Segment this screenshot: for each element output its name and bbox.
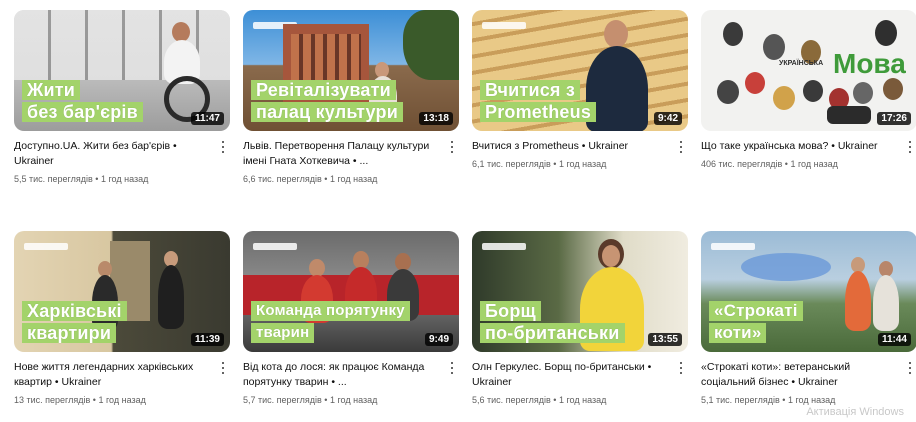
caption-line: Харківські <box>22 301 127 321</box>
portrait-group <box>827 106 871 124</box>
caption-line: Ревіталізувати <box>251 80 396 100</box>
caption-line: Вчитися з <box>480 80 580 100</box>
channel-tag <box>24 243 68 250</box>
video-stats: 5,6 тис. переглядів • 1 год назад <box>472 395 607 405</box>
video-stats: 5,5 тис. переглядів • 1 год назад <box>14 174 149 184</box>
duration-badge: 11:44 <box>877 333 911 346</box>
caption-line: Команда порятунку <box>251 301 410 321</box>
channel-tag <box>482 243 526 250</box>
thumbnail-caption: Вчитися з Prometheus <box>480 80 597 122</box>
thumbnail-text-big: Мова <box>833 48 906 79</box>
more-actions-icon[interactable] <box>216 360 230 376</box>
portrait-face <box>763 34 785 60</box>
caption-line: Prometheus <box>480 102 597 122</box>
video-stats: 5,1 тис. переглядів • 1 год назад <box>701 395 836 405</box>
video-thumbnail[interactable]: Команда порятунку тварин 9:49 <box>243 231 459 352</box>
video-card[interactable]: Команда порятунку тварин 9:49 Від кота д… <box>243 231 459 405</box>
more-actions-icon[interactable] <box>674 360 688 376</box>
video-title[interactable]: Доступно.UA. Жити без бар'єрів • Ukraine… <box>14 139 212 169</box>
video-thumbnail[interactable]: Вчитися з Prometheus 9:42 <box>472 10 688 131</box>
video-title[interactable]: Що таке українська мова? • Ukrainer <box>701 139 899 154</box>
caption-line: тварин <box>251 323 315 343</box>
video-card[interactable]: Жити без бар'єрів 11:47 Доступно.UA. Жит… <box>14 10 230 184</box>
more-actions-icon[interactable] <box>674 139 688 155</box>
video-title[interactable]: «Строкаті коти»: ветеранський соціальний… <box>701 360 899 390</box>
video-thumbnail[interactable]: Харківські квартири 11:39 <box>14 231 230 352</box>
video-stats: 6,1 тис. переглядів • 1 год назад <box>472 159 607 169</box>
windows-activation-watermark: Активація Windows <box>806 406 904 418</box>
thumbnail-text-small: УКРАЇНСЬКА <box>779 60 824 67</box>
video-thumbnail[interactable]: «Строкаті коти» 11:44 <box>701 231 916 352</box>
thumbnail-caption: Жити без бар'єрів <box>22 80 143 122</box>
portrait-face <box>773 86 795 110</box>
caption-line: палац культури <box>251 102 403 122</box>
video-thumbnail[interactable]: Жити без бар'єрів 11:47 <box>14 10 230 131</box>
video-thumbnail[interactable]: Ревіталізувати палац культури 13:18 <box>243 10 459 131</box>
duration-badge: 11:47 <box>190 112 224 125</box>
caption-line: квартири <box>22 323 117 343</box>
duration-badge: 9:42 <box>653 112 682 125</box>
caption-line: Борщ <box>480 301 541 321</box>
video-card[interactable]: Борщ по-британськи 13:55 Олн Геркулес. Б… <box>472 231 688 405</box>
person-body <box>873 275 899 331</box>
video-stats: 6,6 тис. переглядів • 1 год назад <box>243 174 378 184</box>
duration-badge: 9:49 <box>424 333 453 346</box>
portrait-face <box>853 82 873 104</box>
channel-tag <box>253 243 297 250</box>
caption-line: по-британськи <box>480 323 625 343</box>
duration-badge: 17:26 <box>877 112 911 125</box>
caption-line: Жити <box>22 80 81 100</box>
video-card[interactable]: Ревіталізувати палац культури 13:18 Льві… <box>243 10 459 184</box>
portrait-face <box>717 80 739 104</box>
thumbnail-caption: Ревіталізувати палац культури <box>251 80 403 122</box>
smoke-cloud <box>741 253 831 281</box>
person-head <box>604 20 628 48</box>
person-face <box>602 245 620 267</box>
video-grid: Жити без бар'єрів 11:47 Доступно.UA. Жит… <box>0 0 916 422</box>
building-windows <box>291 34 361 86</box>
person-head <box>172 22 190 42</box>
video-stats: 5,7 тис. переглядів • 1 год назад <box>243 395 378 405</box>
video-card[interactable]: УКРАЇНСЬКА Мова 17:26 Що таке українська… <box>701 10 916 169</box>
person-body <box>845 271 871 331</box>
channel-tag <box>482 22 526 29</box>
portrait-face <box>883 78 903 100</box>
thumbnail-caption: Харківські квартири <box>22 301 127 343</box>
more-actions-icon[interactable] <box>445 139 459 155</box>
portrait-face <box>875 20 897 46</box>
video-thumbnail[interactable]: Борщ по-британськи 13:55 <box>472 231 688 352</box>
portrait-face <box>803 80 823 102</box>
more-actions-icon[interactable] <box>445 360 459 376</box>
more-actions-icon[interactable] <box>903 139 916 155</box>
caption-line: коти» <box>709 323 767 343</box>
duration-badge: 13:18 <box>419 112 453 125</box>
portrait-face <box>723 22 743 46</box>
video-card[interactable]: Харківські квартири 11:39 Нове життя лег… <box>14 231 230 405</box>
thumbnail-caption: «Строкаті коти» <box>709 301 803 343</box>
video-title[interactable]: Вчитися з Prometheus • Ukrainer <box>472 139 670 154</box>
person-body <box>158 265 184 329</box>
video-title[interactable]: Львів. Перетворення Палацу культури імен… <box>243 139 441 169</box>
channel-tag <box>711 243 755 250</box>
duration-badge: 11:39 <box>190 333 224 346</box>
more-actions-icon[interactable] <box>903 360 916 376</box>
duration-badge: 13:55 <box>648 333 682 346</box>
portrait-face <box>745 72 765 94</box>
video-title[interactable]: Олн Геркулес. Борщ по-британськи • Ukrai… <box>472 360 670 390</box>
video-card[interactable]: «Строкаті коти» 11:44 «Строкаті коти»: в… <box>701 231 916 405</box>
more-actions-icon[interactable] <box>216 139 230 155</box>
thumbnail-caption: Борщ по-британськи <box>480 301 625 343</box>
video-thumbnail[interactable]: УКРАЇНСЬКА Мова 17:26 <box>701 10 916 131</box>
thumbnail-caption: Команда порятунку тварин <box>251 301 410 343</box>
video-title[interactable]: Від кота до лося: як працює Команда поря… <box>243 360 441 390</box>
caption-line: без бар'єрів <box>22 102 143 122</box>
video-card[interactable]: Вчитися з Prometheus 9:42 Вчитися з Prom… <box>472 10 688 169</box>
video-stats: 406 тис. переглядів • 1 год назад <box>701 159 838 169</box>
tree <box>403 10 459 80</box>
video-title[interactable]: Нове життя легендарних харківських кварт… <box>14 360 212 390</box>
caption-line: «Строкаті <box>709 301 803 321</box>
video-stats: 13 тис. переглядів • 1 год назад <box>14 395 146 405</box>
